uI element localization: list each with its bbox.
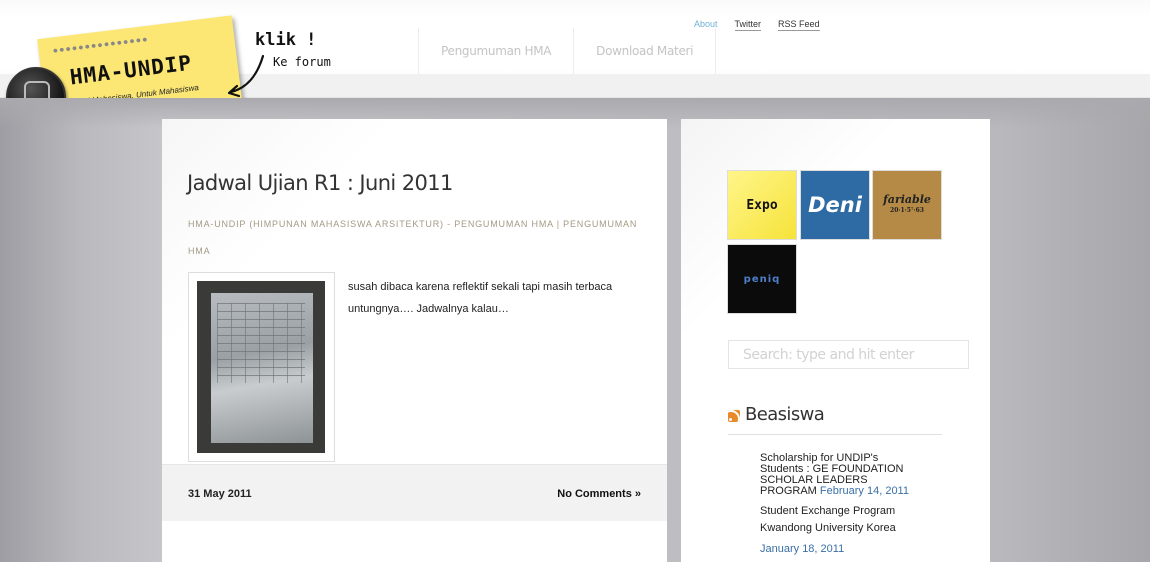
binder-holes-icon: ●●●●●●●●●●●●●●●: [51, 33, 150, 56]
nav-twitter[interactable]: Twitter: [734, 19, 762, 31]
nav-about[interactable]: About: [694, 19, 718, 31]
nav-pengumuman-hma[interactable]: Pengumuman HMA: [418, 28, 573, 74]
banner-deni[interactable]: Deni: [801, 171, 869, 239]
post-categories[interactable]: HMA-UNDIP (HIMPUNAN MAHASISWA ARSITEKTUR…: [188, 211, 643, 265]
list-item: Scholarship for UNDIP's Students : GE FO…: [760, 453, 920, 497]
logo-callout: klik !: [255, 30, 317, 50]
banner-fariable[interactable]: fariable 20·1·5⁷·63: [873, 171, 941, 239]
banner-expo[interactable]: Expo: [728, 171, 796, 239]
rss-icon[interactable]: [728, 410, 740, 422]
logo-callout-sub: Ke forum: [273, 55, 331, 69]
feed-item-link[interactable]: Student Exchange Program Kwandong Univer…: [760, 505, 896, 534]
post-card: Jadwal Ujian R1 : Juni 2011 HMA-UNDIP (H…: [162, 119, 667, 562]
logo-title: HMA-UNDIP: [68, 50, 194, 90]
post-excerpt: susah dibaca karena reflektif sekali tap…: [348, 281, 613, 315]
post-footer: 31 May 2011 No Comments »: [162, 464, 667, 521]
post-date: 31 May 2011: [188, 488, 252, 500]
search-input[interactable]: [728, 340, 969, 369]
main-nav: Pengumuman HMA Download Materi: [418, 28, 717, 74]
post-thumbnail[interactable]: [188, 272, 335, 462]
widget-title-beasiswa: Beasiswa: [728, 404, 942, 435]
list-item: Student Exchange Program Kwandong Univer…: [760, 503, 920, 558]
beasiswa-feed: Scholarship for UNDIP's Students : GE FO…: [760, 453, 920, 558]
nav-download-materi[interactable]: Download Materi: [573, 28, 717, 74]
feed-item-date: January 18, 2011: [760, 543, 845, 555]
feed-item-date: February 14, 2011: [819, 485, 909, 497]
curved-arrow-icon: [227, 54, 265, 98]
banner-peniq[interactable]: peniq: [728, 245, 796, 313]
banner-fariable-sub: 20·1·5⁷·63: [890, 207, 924, 214]
top-nav: About Twitter RSS Feed: [694, 19, 820, 31]
banner-fariable-label: fariable: [883, 193, 931, 206]
schedule-photo: [197, 281, 325, 453]
sidebar: Expo Deni fariable 20·1·5⁷·63 peniq Beas…: [681, 119, 990, 562]
nav-rss-feed[interactable]: RSS Feed: [778, 19, 820, 31]
widget-title-text: Beasiswa: [745, 404, 825, 425]
post-title[interactable]: Jadwal Ujian R1 : Juni 2011: [187, 171, 453, 195]
comments-link[interactable]: No Comments »: [557, 488, 641, 500]
